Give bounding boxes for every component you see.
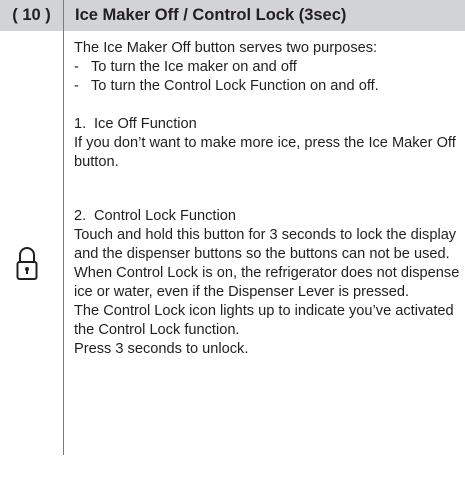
- section1-number: 1.: [74, 116, 87, 132]
- section-title: Ice Maker Off / Control Lock (3sec): [75, 6, 347, 24]
- column-divider: [63, 31, 64, 455]
- section2-title: Control Lock Function: [94, 208, 236, 224]
- section2-number: 2.: [74, 208, 87, 224]
- section2-para3: The Control Lock icon lights up to indic…: [74, 303, 454, 338]
- section2-para1: Touch and hold this button for 3 seconds…: [74, 227, 457, 262]
- bullet-item: - To turn the Ice maker on and off: [74, 58, 462, 77]
- section1-heading: 1. Ice Off Function: [74, 115, 462, 134]
- section2-heading: 2. Control Lock Function: [74, 207, 462, 226]
- bullet-dash: -: [74, 78, 79, 94]
- intro-text: The Ice Maker Off button serves two purp…: [74, 40, 378, 56]
- bullet-text: To turn the Control Lock Function on and…: [91, 78, 379, 94]
- section-header: ( 10 ) Ice Maker Off / Control Lock (3se…: [0, 0, 465, 31]
- section1-body: If you don’t want to make more ice, pres…: [74, 135, 456, 170]
- section2-para4: Press 3 seconds to unlock.: [74, 341, 249, 357]
- bullet-dash: -: [74, 59, 79, 75]
- bullet-text: To turn the Ice maker on and off: [91, 59, 297, 75]
- bullet-item: - To turn the Control Lock Function on a…: [74, 77, 462, 96]
- content-body: The Ice Maker Off button serves two purp…: [74, 39, 462, 359]
- section2-para2: When Control Lock is on, the refrigerato…: [74, 265, 460, 300]
- section-number: ( 10 ): [0, 0, 64, 31]
- lock-icon: [16, 245, 38, 281]
- section1-title: Ice Off Function: [94, 116, 197, 132]
